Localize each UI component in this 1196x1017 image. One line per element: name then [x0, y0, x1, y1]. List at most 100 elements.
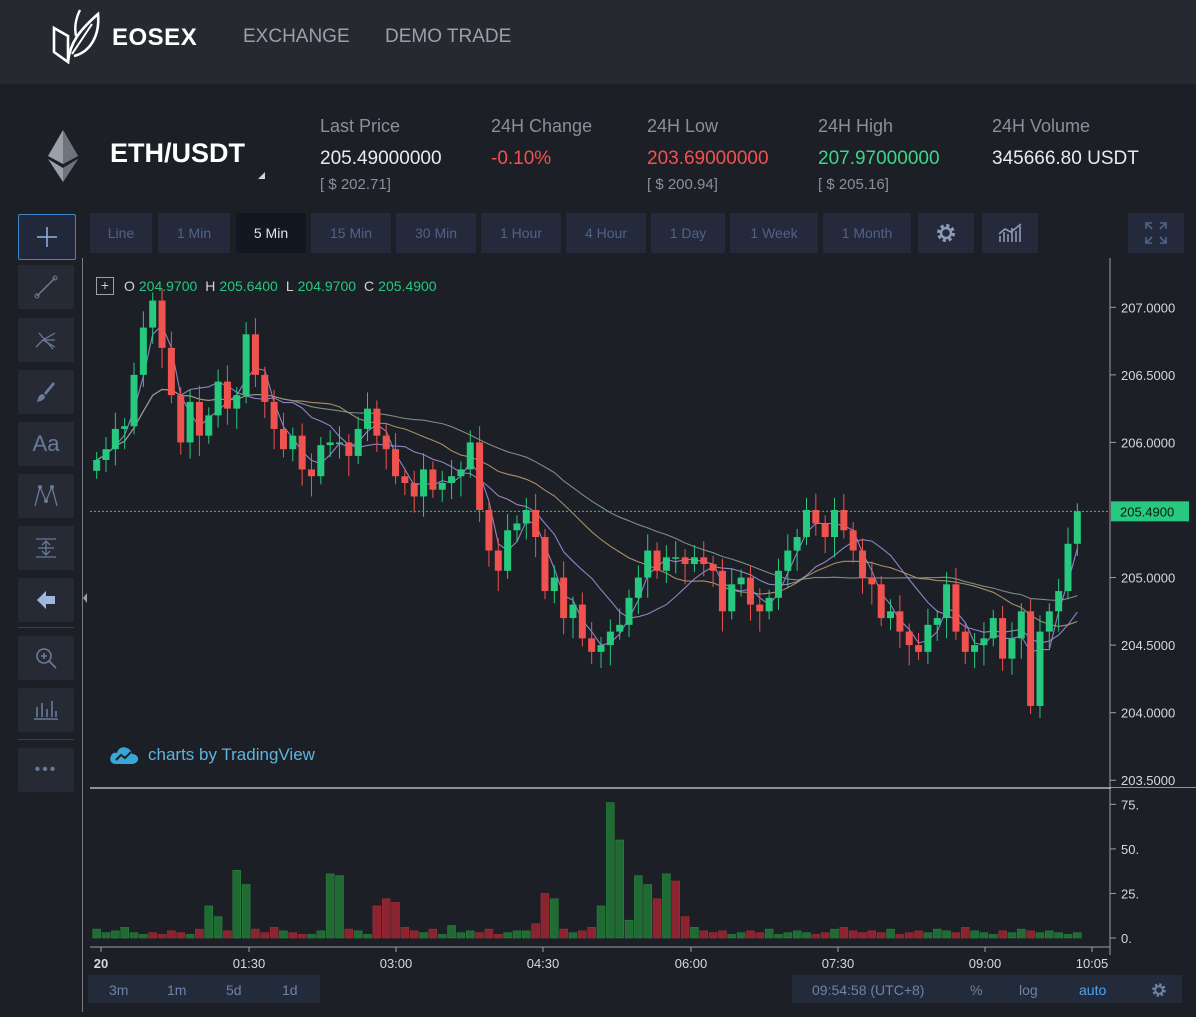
- candle-body: [364, 408, 372, 429]
- pattern-tool-button[interactable]: [18, 474, 74, 518]
- candle-body: [1036, 631, 1044, 706]
- change-label: 24H Change: [491, 116, 593, 136]
- trend-line-tool-button[interactable]: [18, 265, 74, 309]
- pitchfork-tool-button[interactable]: [18, 318, 74, 362]
- brand-name[interactable]: EOSEX: [112, 24, 197, 52]
- bottom-settings-button[interactable]: [1150, 981, 1168, 1004]
- gear-icon: [1152, 983, 1166, 997]
- candle-body: [177, 395, 185, 443]
- volume-bar: [643, 884, 652, 939]
- range-3m[interactable]: 3m: [109, 982, 128, 998]
- candle-body: [831, 509, 838, 538]
- candle-body: [214, 381, 222, 416]
- tf-1week[interactable]: 1 Week: [730, 213, 818, 253]
- volume-bar: [139, 934, 148, 939]
- chart-settings-button[interactable]: [918, 213, 974, 253]
- volume-bar: [671, 880, 680, 939]
- text-tool-button[interactable]: Aa: [18, 422, 74, 466]
- cloud-icon: [110, 747, 139, 764]
- volume-bar: [475, 932, 484, 939]
- text-icon: Aa: [32, 431, 60, 456]
- volume-bar: [409, 930, 419, 939]
- volume-bar: [848, 930, 858, 939]
- zoom-tool-button[interactable]: [18, 636, 74, 680]
- indicators-button[interactable]: [982, 213, 1038, 253]
- auto-toggle[interactable]: auto: [1079, 982, 1106, 998]
- price-chart[interactable]: 205.4900 207.0000 206.5000 206.0000 205.0000…: [81, 258, 1196, 1012]
- candle-body: [896, 611, 904, 632]
- percent-toggle[interactable]: %: [970, 982, 982, 998]
- tf-4hour[interactable]: 4 Hour: [566, 213, 646, 253]
- chart-area[interactable]: 205.4900 207.0000 206.5000 206.0000 205.0000…: [81, 258, 1196, 1012]
- volume-bar: [774, 934, 783, 939]
- log-toggle[interactable]: log: [1019, 982, 1038, 998]
- range-5d[interactable]: 5d: [226, 982, 242, 998]
- measure-tool-button[interactable]: [18, 526, 74, 570]
- volume-bar: [858, 932, 867, 939]
- range-1d[interactable]: 1d: [282, 982, 298, 998]
- candle-body: [802, 509, 810, 538]
- volume-bar: [176, 932, 185, 939]
- candle-body: [569, 604, 577, 619]
- candle-body: [943, 584, 951, 619]
- nav-demo-trade[interactable]: DEMO TRADE: [385, 26, 511, 48]
- candle-body: [476, 442, 484, 510]
- candle-body: [933, 618, 941, 625]
- time-tick-label: 04:30: [527, 956, 560, 971]
- candle-body: [999, 618, 1007, 659]
- tf-1month[interactable]: 1 Month: [823, 213, 911, 253]
- collapse-toolbar-icon: [83, 593, 87, 603]
- tf-1day[interactable]: 1 Day: [651, 213, 725, 253]
- volume-bar: [876, 932, 886, 939]
- tf-line[interactable]: Line: [90, 213, 152, 253]
- candle-body: [401, 476, 409, 483]
- volume-bar: [381, 898, 391, 939]
- volume-bar: [736, 932, 746, 939]
- candle-body: [410, 482, 418, 497]
- volume-bar: [213, 916, 223, 939]
- range-1m[interactable]: 1m: [167, 982, 186, 998]
- candle-body: [1064, 543, 1072, 592]
- remove-drawings-button[interactable]: [18, 578, 74, 622]
- price-tick-label: 204.0000: [1121, 706, 1175, 721]
- collapse-legend-icon[interactable]: +: [96, 277, 114, 295]
- candle-body: [793, 537, 801, 551]
- volume-bar: [606, 802, 615, 939]
- brush-tool-button[interactable]: [18, 370, 74, 414]
- price-tick-label: 204.5000: [1121, 638, 1175, 653]
- volume-bar: [559, 928, 568, 939]
- low-value: 204.9700: [297, 278, 357, 294]
- time-tick-label: 10:05: [1076, 956, 1109, 971]
- candle-body: [737, 577, 745, 585]
- volume-bar: [101, 932, 111, 939]
- candle-body: [961, 631, 969, 652]
- more-tools-button[interactable]: •••: [18, 748, 74, 792]
- pair-selector[interactable]: ETH/USDT: [110, 138, 245, 169]
- candle-body: [774, 570, 782, 598]
- tf-15min[interactable]: 15 Min: [311, 213, 391, 253]
- candle-body: [345, 442, 353, 456]
- pair-dropdown-caret-icon[interactable]: [258, 172, 265, 179]
- volume-bar: [92, 928, 101, 939]
- bars-ruler-icon: [34, 701, 58, 720]
- zoom-in-icon: [36, 648, 57, 669]
- tf-30min[interactable]: 30 Min: [396, 213, 476, 253]
- nav-exchange[interactable]: EXCHANGE: [243, 26, 350, 48]
- candle-body: [681, 557, 689, 565]
- tf-1min[interactable]: 1 Min: [158, 213, 230, 253]
- volume-bar: [802, 932, 811, 939]
- fullscreen-button[interactable]: [1128, 213, 1184, 253]
- toolbar-divider: [18, 739, 74, 740]
- top-bar: EOSEX EXCHANGE DEMO TRADE: [0, 0, 1196, 84]
- tf-1hour[interactable]: 1 Hour: [481, 213, 561, 253]
- tradingview-watermark[interactable]: charts by TradingView: [108, 744, 315, 766]
- time-tick-label: 20: [94, 956, 108, 971]
- bars-ruler-tool-button[interactable]: [18, 688, 74, 732]
- open-value: 204.9700: [138, 278, 198, 294]
- crosshair-tool-button[interactable]: [18, 214, 76, 260]
- volume-bar: [596, 905, 606, 939]
- tf-5min[interactable]: 5 Min: [236, 213, 306, 253]
- volume-bar: [148, 932, 157, 939]
- candle-body: [466, 442, 474, 470]
- candle-body: [765, 597, 773, 612]
